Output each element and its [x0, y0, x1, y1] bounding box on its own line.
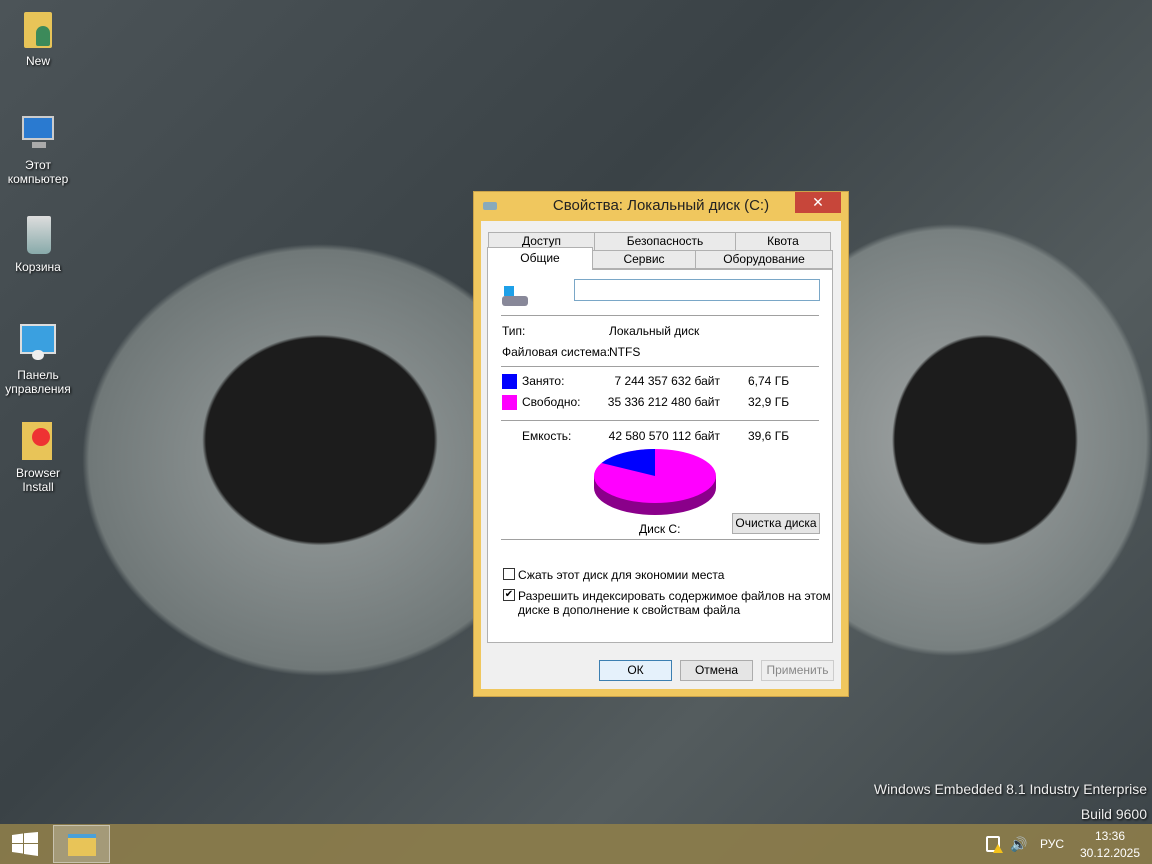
fs-value: NTFS [609, 345, 641, 359]
tab-general[interactable]: Общие [487, 247, 593, 270]
close-button[interactable]: ✕ [795, 192, 841, 213]
desktop-icon-control-panel[interactable]: Панель управления [0, 322, 76, 396]
free-color-swatch [502, 395, 517, 410]
cancel-button[interactable]: Отмена [680, 660, 753, 681]
icon-label: Панель управления [5, 368, 71, 396]
drive-label: Диск C: [639, 522, 681, 536]
disk-properties-dialog: Свойства: Локальный диск (C:) ✕ Доступ Б… [473, 191, 849, 697]
build-watermark: Build 9600 [1080, 806, 1147, 822]
free-label: Свободно: [522, 395, 581, 409]
compress-label[interactable]: Сжать этот диск для экономии места [518, 568, 724, 582]
dialog-title: Свойства: Локальный диск (C:) [552, 197, 770, 214]
windows-logo-icon [12, 832, 38, 856]
taskbar-file-explorer[interactable] [53, 825, 110, 863]
apply-button[interactable]: Применить [761, 660, 834, 681]
used-color-swatch [502, 374, 517, 389]
tab-security[interactable]: Безопасность [594, 232, 736, 251]
icon-label: New [25, 54, 50, 68]
taskbar: 🔊 РУС 13:36 30.12.2025 [0, 824, 1152, 864]
language-indicator[interactable]: РУС [1040, 837, 1064, 851]
volume-label-input[interactable] [574, 279, 820, 301]
tab-quota[interactable]: Квота [735, 232, 831, 251]
ok-button[interactable]: ОК [599, 660, 672, 681]
disk-usage-pie-chart [594, 449, 716, 515]
drive-icon [502, 286, 528, 308]
capacity-size: 39,6 ГБ [748, 429, 790, 443]
type-label: Тип: [502, 324, 526, 338]
used-bytes: 7 244 357 632 байт [614, 374, 720, 388]
capacity-label: Емкость: [522, 429, 572, 443]
disk-cleanup-button[interactable]: Очистка диска [732, 513, 820, 534]
type-value: Локальный диск [609, 324, 700, 338]
recycle-bin-icon [18, 214, 58, 256]
network-warning-icon[interactable] [986, 836, 1003, 853]
clock-date[interactable]: 30.12.2025 [1074, 846, 1146, 860]
desktop-icon-this-pc[interactable]: Этот компьютер [0, 112, 76, 186]
icon-label: Этот компьютер [7, 158, 69, 186]
used-size: 6,74 ГБ [748, 374, 790, 388]
free-bytes: 35 336 212 480 байт [607, 395, 720, 409]
drive-title-icon [483, 202, 497, 210]
desktop-icon-recycle-bin[interactable]: Корзина [0, 214, 76, 274]
os-watermark: Windows Embedded 8.1 Industry Enterprise [873, 781, 1147, 797]
index-checkbox[interactable]: ✔ [503, 589, 515, 601]
volume-icon[interactable]: 🔊 [1010, 836, 1027, 853]
file-explorer-icon [68, 834, 96, 856]
folder-user-icon [18, 8, 58, 50]
fs-label: Файловая система: [502, 345, 611, 359]
control-panel-icon [18, 322, 58, 364]
compress-checkbox[interactable] [503, 568, 515, 580]
icon-label: Browser Install [15, 466, 60, 494]
desktop-icon-new[interactable]: New [0, 8, 76, 68]
clock-time[interactable]: 13:36 [1080, 829, 1140, 843]
computer-icon [18, 112, 58, 154]
tab-hardware[interactable]: Оборудование [695, 250, 833, 269]
free-size: 32,9 ГБ [748, 395, 790, 409]
general-tab-panel: Тип: Локальный диск Файловая система: NT… [487, 269, 833, 643]
index-label[interactable]: Разрешить индексировать содержимое файло… [518, 589, 831, 603]
start-button[interactable] [12, 832, 38, 856]
capacity-bytes: 42 580 570 112 байт [608, 429, 720, 443]
used-label: Занято: [522, 374, 565, 388]
index-label-cont[interactable]: диске в дополнение к свойствам файла [518, 603, 740, 617]
browser-installer-icon [18, 420, 58, 462]
icon-label: Корзина [15, 260, 61, 274]
tab-tools[interactable]: Сервис [592, 250, 696, 269]
desktop-icon-browser-install[interactable]: Browser Install [0, 420, 76, 494]
